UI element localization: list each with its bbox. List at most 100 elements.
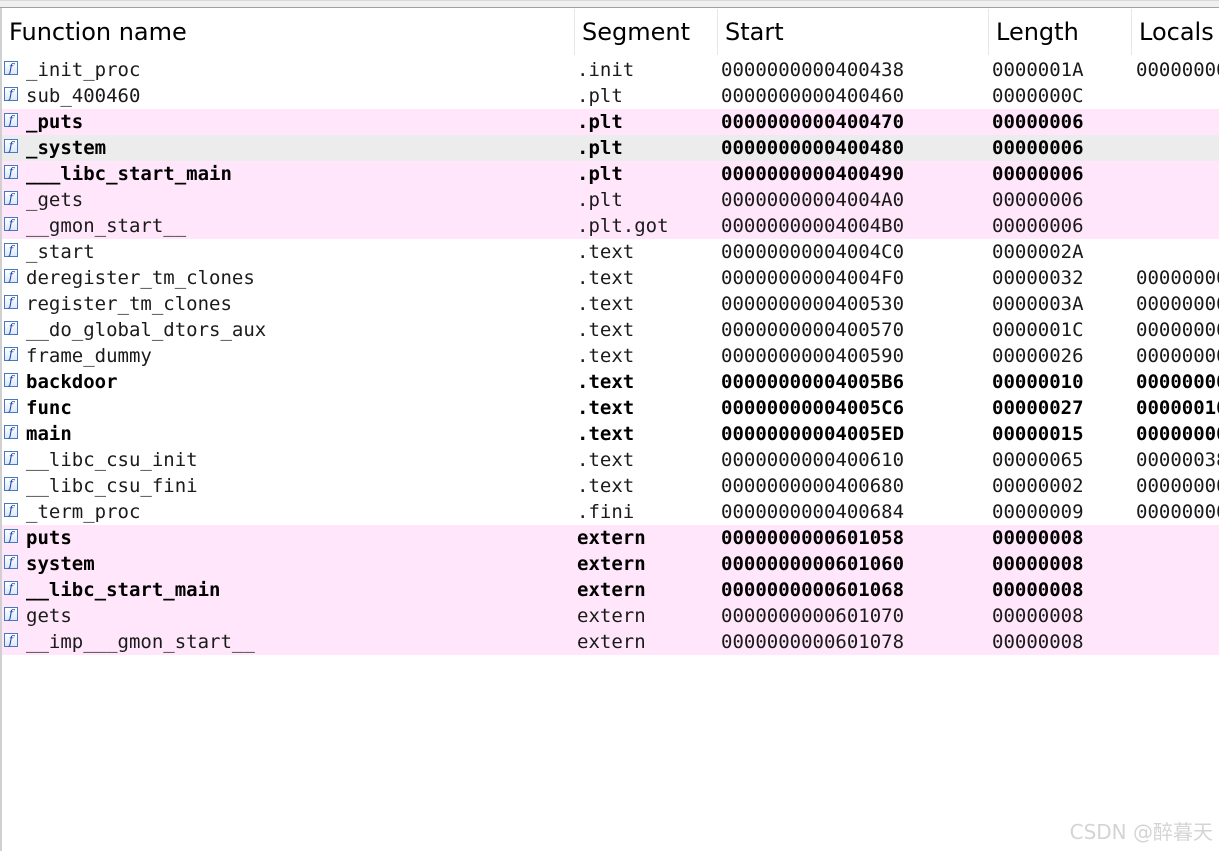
table-row[interactable]: f gets extern 0000000000601070 00000008 [2,603,1219,629]
length-cell: 00000006 [992,189,1084,211]
function-icon: f [4,607,18,621]
length-cell: 00000008 [992,527,1084,549]
table-row[interactable]: f main .text 00000000004005ED 00000015 000000… [2,421,1219,447]
start-cell: 0000000000601060 [721,553,905,575]
locals-cell [1136,525,1219,551]
start-cell: 00000000004005C6 [721,397,905,419]
segment-cell: .text [577,423,635,445]
segment-cell: .init [577,59,635,81]
table-row[interactable]: f ___libc_start_main .plt 0000000000400490 0… [2,161,1219,187]
segment-cell: .plt [577,163,623,185]
function-name-cell: register_tm_clones [26,293,232,315]
column-header-length[interactable]: Length [989,9,1132,55]
locals-cell: 00000000 [1136,423,1219,445]
segment-cell: .text [577,371,635,393]
function-icon: f [4,217,18,231]
function-name-cell: __libc_start_main [26,579,221,601]
function-icon: f [4,581,18,595]
function-icon: f [4,633,18,647]
function-name-cell: deregister_tm_clones [26,267,255,289]
function-name-cell: __libc_csu_fini [26,475,198,497]
segment-cell: .text [577,449,635,471]
start-cell: 00000000004004F0 [721,267,905,289]
length-cell: 0000000C [992,85,1084,107]
table-row[interactable]: f __gmon_start__ .plt.got 00000000004004B0 0… [2,213,1219,239]
length-cell: 00000032 [992,267,1084,289]
function-icon: f [4,139,18,153]
function-name-cell: __gmon_start__ [26,215,187,237]
start-cell: 0000000000400610 [721,449,905,471]
column-header-start[interactable]: Start [718,9,989,55]
length-cell: 00000008 [992,579,1084,601]
start-cell: 0000000000601068 [721,579,905,601]
function-name-cell: _system [26,137,107,159]
function-icon: f [4,347,18,361]
table-row[interactable]: f puts extern 0000000000601058 00000008 [2,525,1219,551]
segment-cell: extern [577,527,646,549]
length-cell: 0000001A [992,59,1084,81]
table-row[interactable]: f __imp___gmon_start__ extern 0000000000601… [2,629,1219,655]
length-cell: 00000008 [992,631,1084,653]
function-icon: f [4,191,18,205]
table-row[interactable]: f frame_dummy .text 0000000000400590 0000002… [2,343,1219,369]
locals-cell: 00000000 [1136,501,1219,523]
function-icon: f [4,321,18,335]
function-name-cell: _puts [26,111,84,133]
table-row[interactable]: f __libc_csu_fini .text 0000000000400680 000… [2,473,1219,499]
locals-cell: 00000000 [1136,319,1219,341]
length-cell: 00000006 [992,215,1084,237]
start-cell: 00000000004005B6 [721,371,905,393]
length-cell: 0000003A [992,293,1084,315]
start-cell: 00000000004004C0 [721,241,905,263]
function-icon: f [4,399,18,413]
function-icon: f [4,269,18,283]
locals-cell: 00000000 [1136,345,1219,367]
locals-cell [1136,551,1219,577]
table-row[interactable]: f _gets .plt 00000000004004A0 00000006 [2,187,1219,213]
watermark: CSDN @醉暮天 [1069,820,1213,844]
start-cell: 00000000004004A0 [721,189,905,211]
function-name-cell: func [26,397,72,419]
function-icon: f [4,113,18,127]
function-name-cell: __imp___gmon_start__ [26,631,255,653]
locals-cell [1136,603,1219,629]
length-cell: 0000002A [992,241,1084,263]
column-header-locals[interactable]: Locals [1132,9,1219,55]
table-row[interactable]: f func .text 00000000004005C6 00000027 000000… [2,395,1219,421]
segment-cell: .plt [577,189,623,211]
function-icon: f [4,243,18,257]
length-cell: 00000008 [992,605,1084,627]
table-row[interactable]: f __do_global_dtors_aux .text 0000000000400… [2,317,1219,343]
table-row[interactable]: f _start .text 00000000004004C0 0000002A [2,239,1219,265]
length-cell: 00000027 [992,397,1084,419]
start-cell: 0000000000400680 [721,475,905,497]
table-row[interactable]: f system extern 0000000000601060 00000008 [2,551,1219,577]
table-row[interactable]: f _term_proc .fini 0000000000400684 00000009… [2,499,1219,525]
table-row[interactable]: f register_tm_clones .text 0000000000400530… [2,291,1219,317]
length-cell: 00000002 [992,475,1084,497]
function-name-cell: frame_dummy [26,345,152,367]
start-cell: 0000000000601070 [721,605,905,627]
segment-cell: .text [577,241,635,263]
segment-cell: .text [577,267,635,289]
table-row[interactable]: f _puts .plt 0000000000400470 00000006 [2,109,1219,135]
start-cell: 0000000000400460 [721,85,905,107]
table-row[interactable]: f __libc_start_main extern 0000000000601068… [2,577,1219,603]
table-row[interactable]: f _system .plt 0000000000400480 00000006 [2,135,1219,161]
column-header-segment[interactable]: Segment [575,9,718,55]
segment-cell: .text [577,345,635,367]
start-cell: 0000000000400480 [721,137,905,159]
function-name-cell: backdoor [26,371,118,393]
table-row[interactable]: f __libc_csu_init .text 0000000000400610 000… [2,447,1219,473]
table-row[interactable]: f _init_proc .init 0000000000400438 0000001A… [2,57,1219,83]
locals-cell: 00000000 [1136,59,1219,81]
column-header-function-name[interactable]: Function name [2,9,575,55]
function-name-cell: ___libc_start_main [26,163,232,185]
function-name-cell: puts [26,527,72,549]
table-row[interactable]: f backdoor .text 00000000004005B6 00000010 00… [2,369,1219,395]
locals-cell: 00000010 [1136,397,1219,419]
table-row[interactable]: f sub_400460 .plt 0000000000400460 0000000C [2,83,1219,109]
function-icon: f [4,425,18,439]
table-row[interactable]: f deregister_tm_clones .text 00000000004004… [2,265,1219,291]
length-cell: 00000006 [992,111,1084,133]
